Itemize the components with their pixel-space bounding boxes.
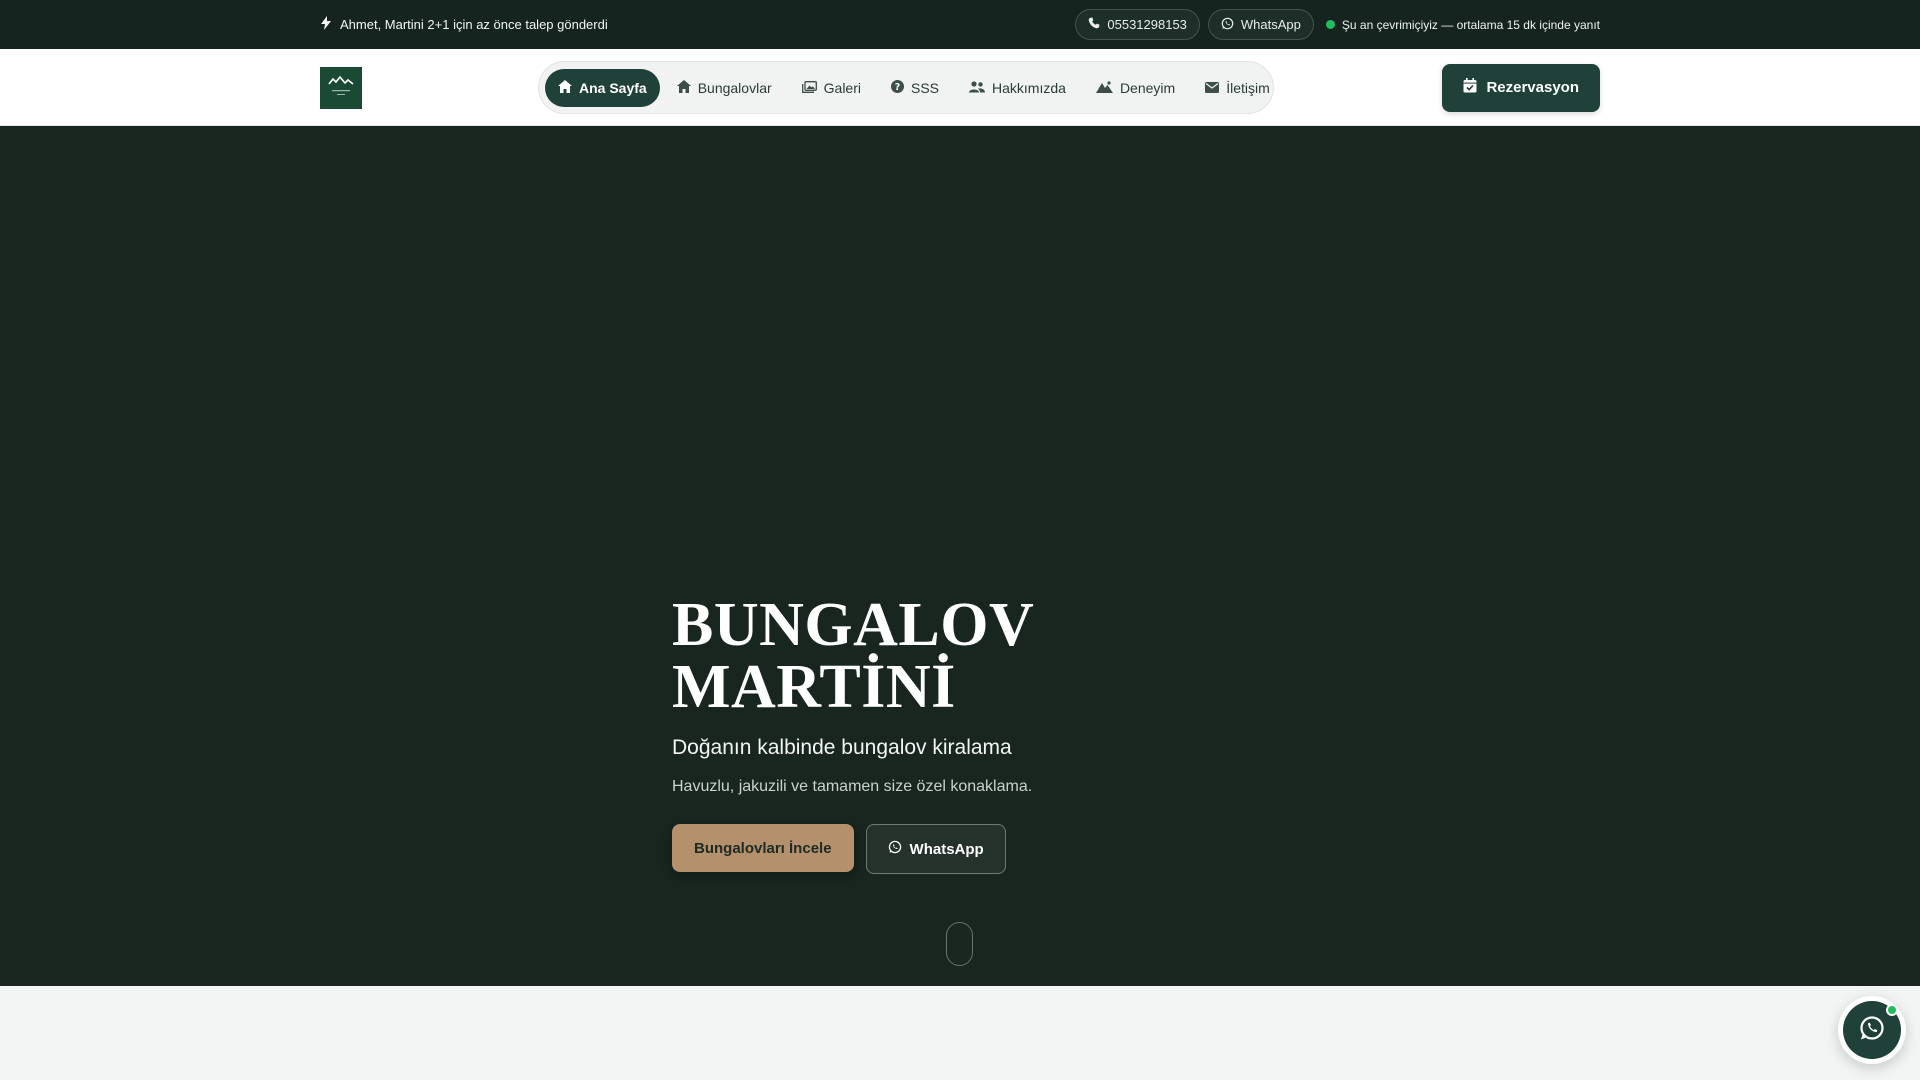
- nav-item-sss[interactable]: ? SSS: [878, 69, 952, 107]
- header-inner: Ana Sayfa Bungalovlar Galeri ? SSS Hakkı…: [320, 49, 1600, 126]
- phone-button[interactable]: 05531298153: [1075, 9, 1200, 40]
- calendar-check-icon: [1463, 78, 1477, 97]
- nav-label: Deneyim: [1119, 79, 1176, 96]
- home-icon: [558, 79, 572, 96]
- whatsapp-icon: [888, 840, 902, 858]
- hero-section: BUNGALOV MARTİNİ Doğanın kalbinde bungal…: [0, 126, 1920, 986]
- main-navigation: Ana Sayfa Bungalovlar Galeri ? SSS Hakkı…: [538, 61, 1274, 114]
- site-logo[interactable]: [320, 66, 362, 109]
- gallery-icon: [801, 80, 817, 96]
- users-icon: [969, 80, 986, 96]
- announcement-text: Ahmet, Martini 2+1 için az önce talep gö…: [340, 17, 608, 32]
- online-dot-icon: [1886, 1004, 1898, 1016]
- hero-whatsapp-label: WhatsApp: [909, 840, 984, 858]
- hero-title-line1: BUNGALOV: [672, 591, 1035, 659]
- floating-whatsapp-button[interactable]: [1838, 996, 1906, 1064]
- top-announcement-bar: Ahmet, Martini 2+1 için az önce talep gö…: [0, 0, 1920, 49]
- nav-item-ana-sayfa[interactable]: Ana Sayfa: [545, 68, 660, 107]
- nav-item-bungalovlar[interactable]: Bungalovlar: [664, 69, 785, 107]
- nav-item-galeri[interactable]: Galeri: [789, 69, 874, 107]
- browse-bungalows-label: Bungalovları İncele: [694, 839, 832, 857]
- whatsapp-icon: [1221, 17, 1234, 33]
- activity-announcement: Ahmet, Martini 2+1 için az önce talep gö…: [320, 16, 608, 33]
- site-header: Ana Sayfa Bungalovlar Galeri ? SSS Hakkı…: [0, 49, 1920, 126]
- svg-text:?: ?: [895, 81, 901, 92]
- nav-item-iletisim[interactable]: İletişim: [1192, 69, 1283, 107]
- logo-mountain-icon: [328, 75, 354, 95]
- nav-label: SSS: [911, 79, 940, 96]
- phone-number: 05531298153: [1107, 17, 1187, 32]
- hero-subtitle: Doğanın kalbinde bungalov kiralama: [672, 736, 1012, 759]
- online-dot-icon: [1325, 20, 1335, 29]
- online-status: Şu an çevrimiçiyiz — ortalama 15 dk için…: [1325, 17, 1600, 32]
- reservation-label: Rezervasyon: [1486, 79, 1579, 96]
- house-icon: [676, 79, 691, 96]
- topbar-contacts: 05531298153 WhatsApp Şu an çevrimiçiyiz …: [1075, 9, 1600, 40]
- hero-whatsapp-button[interactable]: WhatsApp: [865, 824, 1006, 874]
- hero-content: BUNGALOV MARTİNİ Doğanın kalbinde bungal…: [672, 594, 1232, 874]
- nav-item-deneyim[interactable]: Deneyim: [1083, 69, 1188, 107]
- nav-item-hakkimizda[interactable]: Hakkımızda: [956, 69, 1079, 107]
- topbar-whatsapp-label: WhatsApp: [1240, 17, 1301, 32]
- topbar-inner: Ahmet, Martini 2+1 için az önce talep gö…: [320, 9, 1600, 40]
- topbar-whatsapp-button[interactable]: WhatsApp: [1207, 9, 1314, 40]
- nav-label: İletişim: [1226, 79, 1270, 96]
- hero-description: Havuzlu, jakuzili ve tamamen size özel k…: [672, 778, 1033, 795]
- mountain-icon: [1095, 80, 1113, 96]
- hero-buttons: Bungalovları İncele WhatsApp: [672, 824, 1232, 874]
- nav-label: Hakkımızda: [992, 79, 1066, 96]
- scroll-down-indicator[interactable]: [946, 922, 973, 966]
- hero-title: BUNGALOV MARTİNİ: [672, 594, 1232, 718]
- hero-title-line2: MARTİNİ: [672, 653, 956, 721]
- question-icon: ?: [891, 79, 904, 96]
- online-status-text: Şu an çevrimiçiyiz — ortalama 15 dk için…: [1341, 17, 1600, 32]
- nav-label: Galeri: [823, 79, 861, 96]
- nav-label: Ana Sayfa: [579, 79, 647, 96]
- phone-icon: [1088, 17, 1100, 32]
- reservation-button[interactable]: Rezervasyon: [1442, 63, 1600, 112]
- nav-label: Bungalovlar: [697, 79, 772, 96]
- mail-icon: [1205, 80, 1220, 96]
- whatsapp-icon: [1858, 1014, 1886, 1047]
- lightning-icon: [320, 16, 332, 33]
- browse-bungalows-button[interactable]: Bungalovları İncele: [672, 824, 854, 872]
